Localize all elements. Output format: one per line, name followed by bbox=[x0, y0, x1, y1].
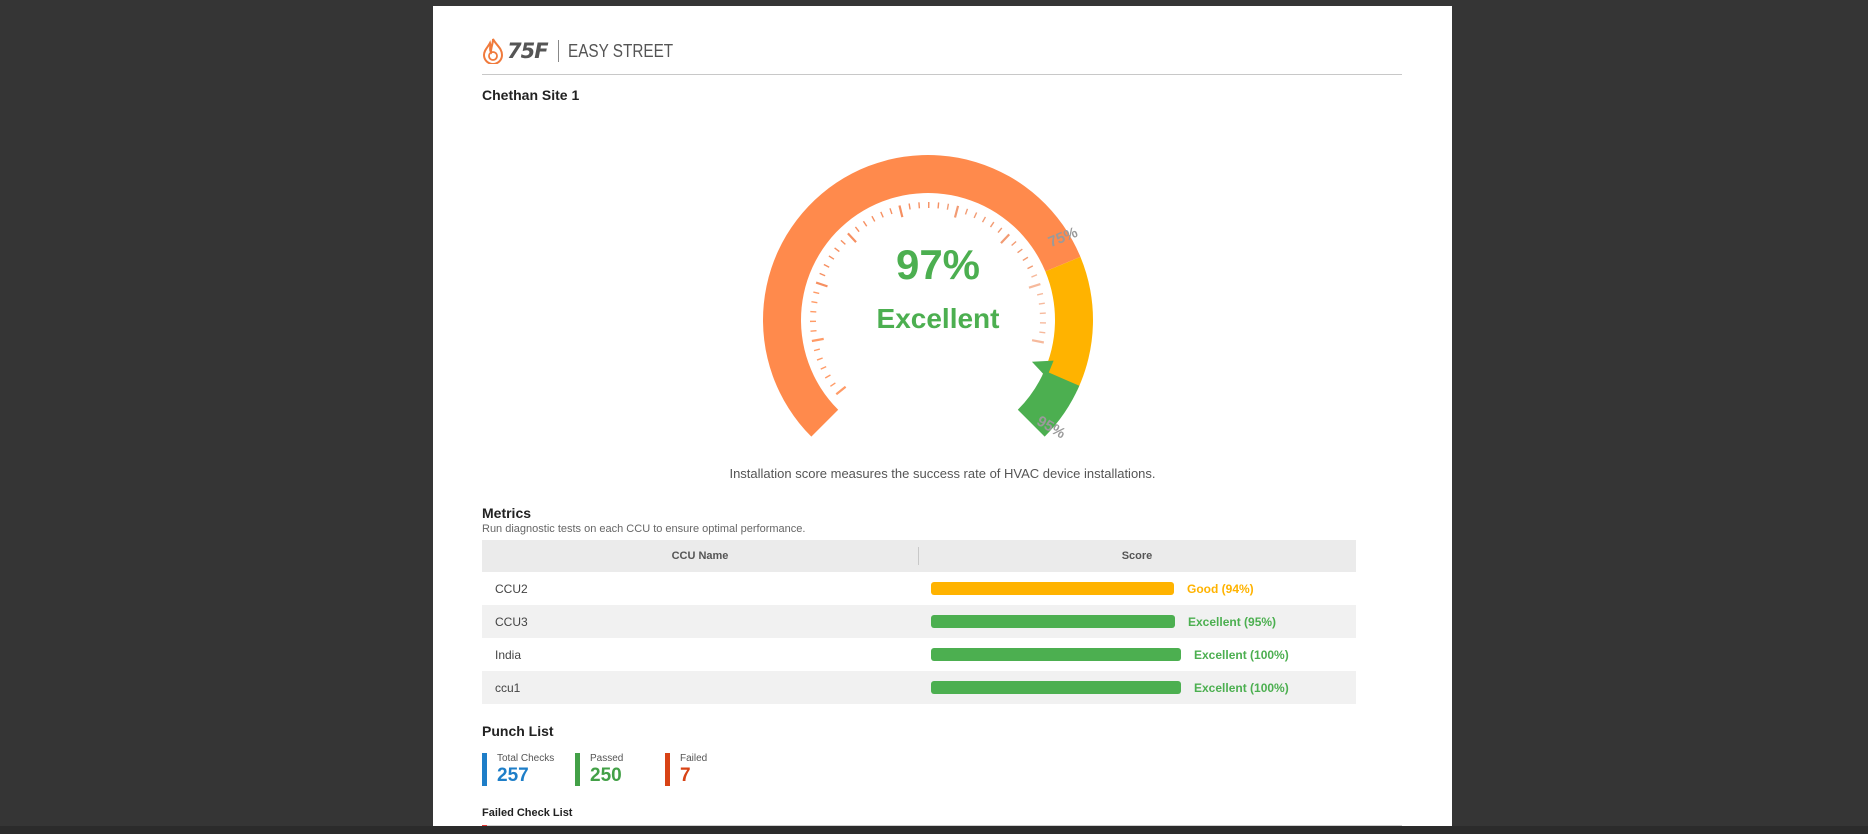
metrics-subtitle: Run diagnostic tests on each CCU to ensu… bbox=[482, 523, 806, 535]
gauge-tick bbox=[880, 211, 884, 218]
gauge-tick bbox=[813, 348, 821, 352]
gauge-tick bbox=[862, 220, 868, 227]
table-header: CCU Name Score bbox=[482, 540, 1356, 572]
column-header-score[interactable]: Score bbox=[918, 550, 1356, 562]
header-divider bbox=[482, 74, 1402, 75]
site-title: Chethan Site 1 bbox=[482, 87, 580, 103]
score-label: Good (94%) bbox=[1187, 581, 1254, 596]
stat-label: Failed bbox=[680, 753, 708, 764]
column-divider bbox=[918, 547, 919, 565]
punch-list-title: Punch List bbox=[482, 723, 554, 739]
logo-text: 75F bbox=[507, 39, 549, 63]
logo-divider bbox=[557, 40, 559, 62]
gauge-tick bbox=[871, 215, 876, 222]
gauge-tick bbox=[830, 382, 836, 387]
stat-label: Total Checks bbox=[497, 753, 555, 764]
gauge-tick bbox=[1036, 292, 1044, 296]
ccu-name-cell: CCU3 bbox=[495, 614, 528, 629]
report-page: 75F EASY STREET Chethan Site 1 75% 95% 9… bbox=[433, 6, 1452, 826]
gauge-tick bbox=[937, 202, 940, 209]
gauge-tick bbox=[816, 357, 823, 361]
gauge-tick bbox=[908, 203, 911, 210]
table-row[interactable]: India Excellent (100%) bbox=[482, 638, 1356, 671]
score-bar bbox=[931, 615, 1175, 628]
gauge-tick bbox=[889, 208, 893, 215]
failed-check-list-title: Failed Check List bbox=[482, 807, 573, 819]
metrics-table: CCU Name Score CCU2 Good (94%) CCU3 Excelle… bbox=[482, 540, 1356, 704]
score-label: Excellent (100%) bbox=[1194, 680, 1289, 695]
gauge-tick bbox=[981, 216, 987, 223]
stat-value: 257 bbox=[497, 765, 529, 786]
score-bar bbox=[931, 648, 1181, 661]
table-row[interactable]: CCU2 Good (94%) bbox=[482, 572, 1356, 605]
stat-value: 7 bbox=[680, 765, 691, 786]
flame-logo-icon bbox=[482, 38, 504, 64]
gauge-caption: Installation score measures the success … bbox=[729, 466, 1156, 481]
gauge-tick bbox=[989, 221, 995, 228]
score-bar bbox=[931, 681, 1181, 694]
gauge-tick bbox=[973, 212, 978, 219]
ccu-name-cell: India bbox=[495, 647, 522, 662]
punch-stat-total-checks: Total Checks 257 bbox=[482, 753, 554, 786]
table-body: CCU2 Good (94%) CCU3 Excellent (95%) India Ex… bbox=[482, 572, 1356, 704]
gauge-tick bbox=[835, 385, 847, 396]
ccu-name-cell: CCU2 bbox=[495, 581, 528, 596]
score-label: Excellent (95%) bbox=[1188, 614, 1277, 629]
gauge-tick bbox=[964, 208, 969, 215]
score-label: Excellent (100%) bbox=[1194, 647, 1289, 662]
gauge-tick bbox=[953, 205, 960, 218]
gauge-tick bbox=[813, 291, 820, 295]
score-bar bbox=[931, 582, 1174, 595]
table-row[interactable]: CCU3 Excellent (95%) bbox=[482, 605, 1356, 638]
ccu-name-cell: ccu1 bbox=[495, 680, 521, 695]
table-row[interactable]: ccu1 Excellent (100%) bbox=[482, 671, 1356, 704]
brand-name: EASY STREET bbox=[567, 40, 673, 61]
gauge-score-status: Excellent bbox=[876, 303, 1000, 334]
gauge-tick bbox=[1031, 339, 1045, 344]
gauge-tick bbox=[811, 337, 824, 343]
gauge-tick bbox=[820, 366, 827, 370]
gauge-score-percent: 97% bbox=[895, 241, 981, 288]
stat-value: 250 bbox=[590, 765, 622, 786]
gauge-tick bbox=[854, 226, 860, 233]
installation-score-gauge: 75% 95% 97% Excellent bbox=[728, 119, 1148, 459]
column-header-ccu-name[interactable]: CCU Name bbox=[482, 550, 918, 562]
window-bottom-strip bbox=[0, 826, 1868, 834]
report-header: 75F EASY STREET bbox=[482, 35, 691, 67]
gauge-tick bbox=[898, 205, 904, 218]
gauge-tick bbox=[997, 227, 1003, 234]
stat-label: Passed bbox=[590, 753, 624, 764]
gauge-tick bbox=[824, 374, 831, 379]
gauge-tick bbox=[946, 203, 950, 210]
punch-stat-passed: Passed 250 bbox=[575, 753, 623, 786]
gauge-graphic bbox=[762, 154, 1093, 437]
metrics-title: Metrics bbox=[482, 505, 532, 521]
punch-stat-failed: Failed 7 bbox=[665, 753, 707, 786]
